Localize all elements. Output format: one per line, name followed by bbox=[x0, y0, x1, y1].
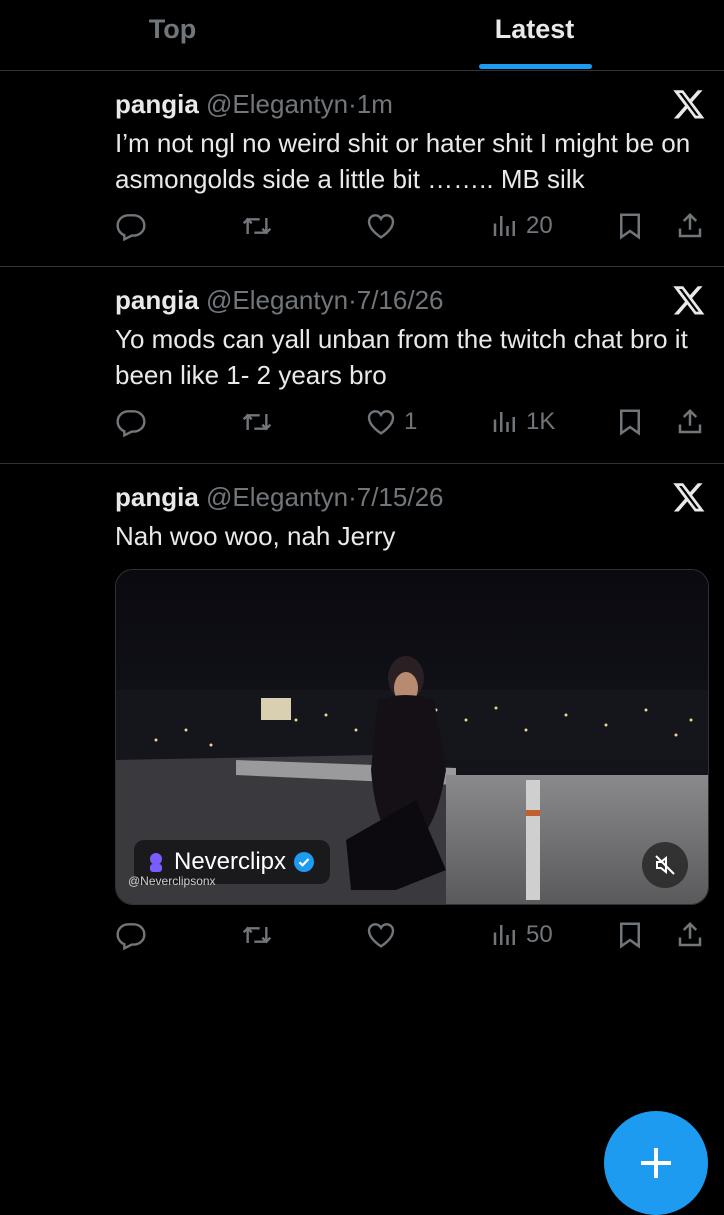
tweet-time[interactable]: 7/16/26 bbox=[357, 285, 444, 315]
tweet[interactable]: pangia @Elegantyn·1m I’m not ngl no weir… bbox=[0, 71, 724, 267]
share-icon bbox=[678, 408, 702, 434]
bookmark-button[interactable] bbox=[615, 206, 645, 246]
share-icon bbox=[678, 212, 702, 238]
author-name[interactable]: pangia bbox=[115, 482, 199, 512]
tweet-time[interactable]: 1m bbox=[357, 89, 393, 119]
x-logo-icon bbox=[673, 90, 705, 119]
timeline-tabs: Top Latest bbox=[0, 0, 724, 71]
bookmark-button[interactable] bbox=[615, 402, 645, 442]
views-count: 50 bbox=[526, 921, 553, 948]
tweet-actions: 50 bbox=[0, 915, 724, 955]
separator-dot: · bbox=[348, 89, 357, 119]
tweet-header: pangia @Elegantyn·1m bbox=[115, 89, 393, 120]
retweet-button[interactable] bbox=[240, 915, 274, 955]
reply-button[interactable] bbox=[115, 402, 147, 442]
views-count: 1K bbox=[526, 408, 556, 435]
video-source-name: Neverclipx bbox=[174, 848, 287, 875]
reply-icon bbox=[116, 923, 146, 951]
likes-count: 1 bbox=[404, 408, 418, 435]
like-button[interactable] bbox=[364, 915, 398, 955]
video-media[interactable]: Neverclipx @Neverclipsonx bbox=[115, 569, 709, 905]
tweet-actions: 20 bbox=[0, 206, 724, 246]
retweet-icon bbox=[242, 926, 272, 944]
share-button[interactable] bbox=[675, 402, 705, 442]
like-button[interactable] bbox=[364, 206, 398, 246]
heart-icon bbox=[367, 923, 395, 948]
tweet-header: pangia @Elegantyn·7/16/26 bbox=[115, 285, 444, 316]
views-bar-chart-icon bbox=[493, 925, 515, 945]
muted-speaker-icon bbox=[655, 855, 675, 875]
like-button[interactable]: 1 bbox=[364, 402, 417, 442]
author-name[interactable]: pangia bbox=[115, 285, 199, 315]
views-bar-chart-icon bbox=[493, 412, 515, 432]
x-logo-icon bbox=[673, 483, 705, 512]
bookmark-button[interactable] bbox=[615, 915, 645, 955]
tweet-time[interactable]: 7/15/26 bbox=[357, 482, 444, 512]
tweet[interactable]: pangia @Elegantyn·7/15/26 Nah woo woo, n… bbox=[0, 464, 724, 984]
author-handle[interactable]: @Elegantyn bbox=[206, 482, 348, 512]
verified-badge-icon bbox=[294, 852, 315, 872]
views-button[interactable]: 50 bbox=[490, 915, 553, 955]
tweet-text: I’m not ngl no weird shit or hater shit … bbox=[115, 128, 691, 194]
author-handle[interactable]: @Elegantyn bbox=[206, 89, 348, 119]
source-avatar-icon bbox=[150, 853, 162, 872]
author-name[interactable]: pangia bbox=[115, 89, 199, 119]
reply-icon bbox=[116, 214, 146, 242]
compose-button[interactable] bbox=[604, 1111, 708, 1215]
share-button[interactable] bbox=[675, 206, 705, 246]
bookmark-icon bbox=[620, 409, 640, 436]
reply-button[interactable] bbox=[115, 915, 147, 955]
tweet-actions: 1 1K bbox=[0, 402, 724, 442]
tab-top[interactable]: Top bbox=[0, 0, 345, 70]
author-handle[interactable]: @Elegantyn bbox=[206, 285, 348, 315]
views-button[interactable]: 1K bbox=[490, 402, 555, 442]
plus-icon bbox=[641, 1148, 671, 1178]
share-icon bbox=[678, 921, 702, 947]
heart-icon bbox=[367, 410, 395, 435]
heart-icon bbox=[367, 214, 395, 239]
views-button[interactable]: 20 bbox=[490, 206, 553, 246]
bookmark-icon bbox=[620, 213, 640, 240]
active-tab-indicator bbox=[479, 64, 592, 69]
reply-icon bbox=[116, 410, 146, 438]
x-logo-icon bbox=[673, 286, 705, 315]
separator-dot: · bbox=[348, 285, 357, 315]
reply-button[interactable] bbox=[115, 206, 147, 246]
mute-toggle-button[interactable] bbox=[642, 842, 688, 888]
tab-top-label: Top bbox=[148, 14, 197, 44]
tweet-header: pangia @Elegantyn·7/15/26 bbox=[115, 482, 444, 513]
tab-latest[interactable]: Latest bbox=[345, 0, 724, 70]
retweet-icon bbox=[242, 217, 272, 235]
retweet-button[interactable] bbox=[240, 402, 274, 442]
views-bar-chart-icon bbox=[493, 216, 515, 236]
retweet-button[interactable] bbox=[240, 206, 274, 246]
share-button[interactable] bbox=[675, 915, 705, 955]
video-watermark: @Neverclipsonx bbox=[128, 874, 216, 888]
bookmark-icon bbox=[620, 922, 640, 949]
views-count: 20 bbox=[526, 212, 553, 239]
tweet-text: Yo mods can yall unban from the twitch c… bbox=[115, 324, 688, 390]
tweet-text: Nah woo woo, nah Jerry bbox=[115, 521, 396, 551]
tweet[interactable]: pangia @Elegantyn·7/16/26 Yo mods can ya… bbox=[0, 267, 724, 464]
separator-dot: · bbox=[348, 482, 357, 512]
tab-latest-label: Latest bbox=[494, 14, 575, 44]
retweet-icon bbox=[242, 413, 272, 431]
